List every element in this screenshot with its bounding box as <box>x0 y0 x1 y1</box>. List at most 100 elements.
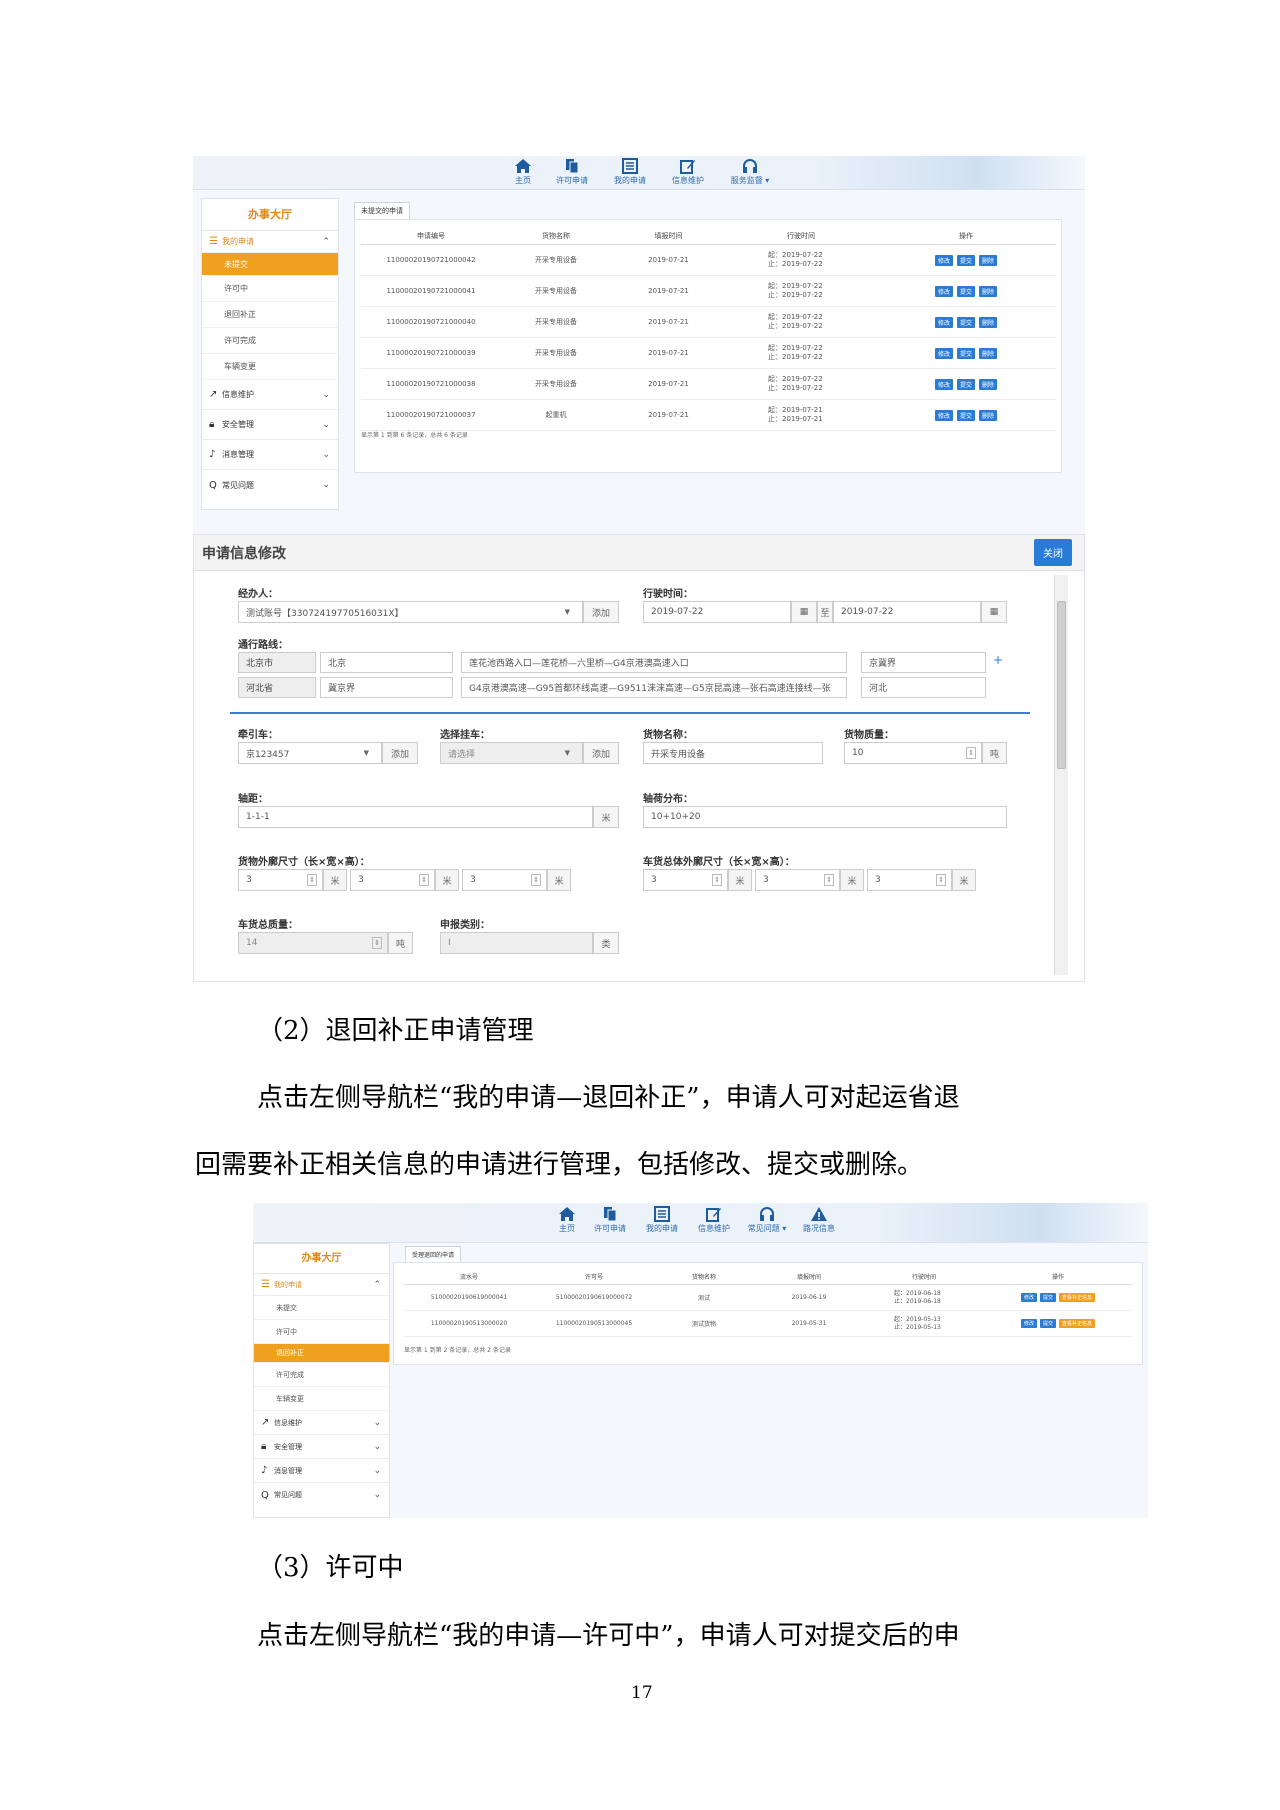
time-start-input[interactable]: 2019-07-22 <box>643 601 791 623</box>
vehicle-dim-input-2[interactable]: 3 ⇕ <box>755 869 840 891</box>
submit-button[interactable]: 提交 <box>956 254 975 266</box>
sidebar-item-vehicle-change[interactable]: 车辆变更 <box>254 1387 389 1411</box>
nav-faq[interactable]: 常见问题 ▾ <box>740 1206 794 1234</box>
nav-info-maintain[interactable]: 信息维护 <box>688 1206 740 1234</box>
edit-button[interactable]: 修改 <box>934 254 953 266</box>
submit-button[interactable]: 提交 <box>956 409 975 421</box>
nav-info-maintain[interactable]: 信息维护 <box>659 158 717 186</box>
nav-home[interactable]: 主页 <box>550 1206 584 1234</box>
goods-input[interactable]: 开采专用设备 <box>643 742 823 764</box>
route2-city[interactable]: 冀京界 <box>320 677 453 698</box>
application-id[interactable]: 11000020190721000037 <box>361 399 501 431</box>
delete-button[interactable]: 删除 <box>979 285 998 297</box>
nav-road-info[interactable]: 路况信息 <box>794 1206 844 1234</box>
close-button[interactable]: 关闭 <box>1034 539 1072 566</box>
sidebar-group-message[interactable]: ♪ 消息管理 ⌄ <box>202 440 338 470</box>
sidebar-item-completed[interactable]: 许可完成 <box>254 1363 389 1387</box>
trailer-select[interactable]: 请选择 ▼ <box>440 742 583 764</box>
calendar-icon[interactable]: ▦ <box>791 601 817 623</box>
route2-end[interactable]: 河北 <box>861 677 986 698</box>
agent-select[interactable]: 测试账号【33072419770516031X】 ▼ <box>238 601 583 623</box>
delete-button[interactable]: 删除 <box>979 409 998 421</box>
vehicle-dim-input-1[interactable]: 3 ⇕ <box>643 869 728 891</box>
sidebar-group-faq[interactable]: Q 常见问题 ⌄ <box>254 1483 389 1507</box>
spinner-icon[interactable]: ⇕ <box>712 874 722 886</box>
add-route-icon[interactable]: + <box>993 653 1003 667</box>
serial-number[interactable]: 11000020190513000020 <box>404 1310 534 1337</box>
route2-province[interactable]: 河北省 <box>238 677 316 698</box>
route1-path[interactable]: 莲花池西路入口—莲花桥—六里桥—G4京港澳高速入口 <box>461 652 847 673</box>
sidebar-group-faq[interactable]: Q 常见问题 ⌄ <box>202 470 338 500</box>
edit-button[interactable]: 修改 <box>1020 1293 1037 1302</box>
goods-dim-input-3[interactable]: 3 ⇕ <box>462 869 547 891</box>
sidebar-item-unsubmitted[interactable]: 未提交 <box>202 253 338 276</box>
tractor-select[interactable]: 京123457 ▼ <box>238 742 382 764</box>
nav-home[interactable]: 主页 <box>503 158 543 186</box>
nav-permit-apply[interactable]: 许可申请 <box>543 158 601 186</box>
submit-button[interactable]: 提交 <box>956 378 975 390</box>
nav-my-apply[interactable]: 我的申请 <box>601 158 659 186</box>
sidebar-item-completed[interactable]: 许可完成 <box>202 328 338 354</box>
application-id[interactable]: 11000020190721000041 <box>361 275 501 307</box>
goods-dim-input-2[interactable]: 3 ⇕ <box>350 869 435 891</box>
delete-button[interactable]: 删除 <box>979 378 998 390</box>
sidebar-item-unsubmitted[interactable]: 未提交 <box>254 1296 389 1320</box>
route1-end[interactable]: 京冀界 <box>861 652 986 673</box>
total-weight-input[interactable]: 14 ⇕ <box>238 932 388 954</box>
sidebar-group-info[interactable]: ↗ 信息维护 ⌄ <box>254 1411 389 1435</box>
sidebar-group-my-apply[interactable]: ☰ 我的申请 ⌃ <box>254 1274 389 1296</box>
submit-button[interactable]: 提交 <box>956 316 975 328</box>
spinner-icon[interactable]: ⇕ <box>307 874 317 886</box>
delete-button[interactable]: 删除 <box>979 347 998 359</box>
sidebar-group-message[interactable]: ♪ 消息管理 ⌄ <box>254 1459 389 1483</box>
scrollbar-thumb[interactable] <box>1057 601 1066 769</box>
delete-button[interactable]: 删除 <box>979 316 998 328</box>
edit-button[interactable]: 修改 <box>934 409 953 421</box>
vehicle-dim-input-3[interactable]: 3 ⇕ <box>867 869 952 891</box>
sidebar-group-my-apply[interactable]: ☰ 我的申请 ⌃ <box>202 231 338 253</box>
spinner-icon[interactable]: ⇕ <box>419 874 429 886</box>
sidebar-item-in-permit[interactable]: 许可中 <box>254 1320 389 1344</box>
spinner-icon[interactable]: ⇕ <box>824 874 834 886</box>
category-input[interactable]: I <box>440 932 593 954</box>
submit-button[interactable]: 提交 <box>956 347 975 359</box>
tab-returned[interactable]: 受理退回的申请 <box>405 1246 462 1263</box>
application-id[interactable]: 11000020190721000042 <box>361 244 501 276</box>
edit-button[interactable]: 修改 <box>934 316 953 328</box>
sidebar-group-info[interactable]: ↗ 信息维护 ⌄ <box>202 380 338 410</box>
weight-input[interactable]: 10 ⇕ <box>844 742 982 764</box>
sidebar-item-in-permit[interactable]: 许可中 <box>202 276 338 302</box>
view-correction-button[interactable]: 查看补正信息 <box>1059 1293 1096 1302</box>
spinner-icon[interactable]: ⇕ <box>936 874 946 886</box>
add-agent-button[interactable]: 添加 <box>583 601 619 623</box>
tab-unsubmitted[interactable]: 未提交的申请 <box>354 202 410 220</box>
edit-button[interactable]: 修改 <box>1020 1319 1037 1328</box>
modal-scrollbar[interactable] <box>1054 575 1068 975</box>
serial-number[interactable]: 51000020190619000041 <box>404 1284 534 1311</box>
axle-input[interactable]: 1-1-1 <box>238 806 593 828</box>
edit-button[interactable]: 修改 <box>934 347 953 359</box>
time-end-input[interactable]: 2019-07-22 <box>833 601 981 623</box>
sidebar-group-security[interactable]: 🔒︎ 安全管理 ⌄ <box>202 410 338 440</box>
nav-my-apply[interactable]: 我的申请 <box>636 1206 688 1234</box>
sidebar-group-security[interactable]: 🔒︎ 安全管理 ⌄ <box>254 1435 389 1459</box>
calendar-icon[interactable]: ▦ <box>981 601 1007 623</box>
application-id[interactable]: 11000020190721000038 <box>361 368 501 400</box>
goods-dim-input-1[interactable]: 3 ⇕ <box>238 869 323 891</box>
nav-permit-apply[interactable]: 许可申请 <box>584 1206 636 1234</box>
spinner-icon[interactable]: ⇕ <box>372 937 382 949</box>
application-id[interactable]: 11000020190721000040 <box>361 306 501 338</box>
delete-button[interactable]: 删除 <box>979 254 998 266</box>
edit-button[interactable]: 修改 <box>934 378 953 390</box>
route2-path[interactable]: G4京港澳高速—G95首都环线高速—G9511涞涞高速—G5京昆高速—张石高速连… <box>461 677 847 698</box>
nav-service-supervision[interactable]: 服务监督 ▾ <box>717 158 783 186</box>
application-id[interactable]: 11000020190721000039 <box>361 337 501 369</box>
load-input[interactable]: 10+10+20 <box>643 806 1007 828</box>
spinner-icon[interactable]: ⇕ <box>966 747 976 759</box>
edit-button[interactable]: 修改 <box>934 285 953 297</box>
route1-province[interactable]: 北京市 <box>238 652 316 673</box>
submit-button[interactable]: 提交 <box>956 285 975 297</box>
route1-city[interactable]: 北京 <box>320 652 453 673</box>
sidebar-item-vehicle-change[interactable]: 车辆变更 <box>202 354 338 380</box>
add-tractor-button[interactable]: 添加 <box>382 742 418 764</box>
